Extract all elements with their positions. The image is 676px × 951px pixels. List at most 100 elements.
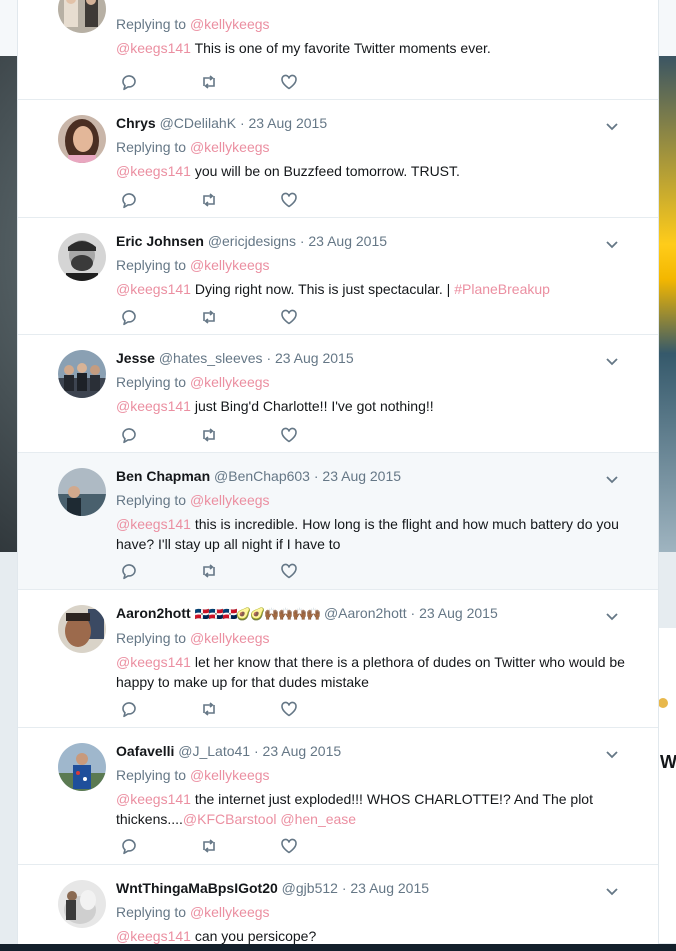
heart-icon[interactable] <box>280 837 298 855</box>
replying-handle-link[interactable]: @kellykeegs <box>190 139 270 155</box>
user-name[interactable]: Ben Chapman <box>116 468 210 484</box>
user-handle[interactable]: @hates_sleeves <box>159 350 263 366</box>
reply-icon[interactable] <box>120 837 138 855</box>
reply-item[interactable]: WntThingaMaBpsIGot20 @gjb512 · 23 Aug 20… <box>18 865 658 944</box>
avatar[interactable] <box>58 115 106 163</box>
mention-link[interactable]: @keegs141 <box>116 928 191 944</box>
heart-icon[interactable] <box>280 426 298 444</box>
replying-handle-link[interactable]: @kellykeegs <box>190 492 270 508</box>
chevron-down-icon[interactable] <box>606 746 618 759</box>
reply-body: Chrys @CDelilahK · 23 Aug 2015 Replying … <box>116 114 628 181</box>
reply-icon[interactable] <box>120 700 138 718</box>
reply-item[interactable]: Ben Chapman @BenChap603 · 23 Aug 2015 Re… <box>18 453 658 590</box>
chevron-down-icon[interactable] <box>606 236 618 249</box>
mention-link[interactable]: @keegs141 <box>116 398 191 414</box>
mention-link[interactable]: @keegs141 <box>116 516 191 532</box>
reply-item[interactable]: Jesse @hates_sleeves · 23 Aug 2015 Reply… <box>18 335 658 453</box>
heart-icon[interactable] <box>280 191 298 209</box>
heart-icon[interactable] <box>280 308 298 326</box>
reply-item[interactable]: Eric Johnsen @ericjdesigns · 23 Aug 2015… <box>18 218 658 335</box>
reply-item[interactable]: Chrys @CDelilahK · 23 Aug 2015 Replying … <box>18 100 658 218</box>
chevron-down-icon[interactable] <box>606 608 618 621</box>
chevron-down-icon[interactable] <box>606 883 618 896</box>
reply-body: Eric Johnsen @ericjdesigns · 23 Aug 2015… <box>116 232 628 299</box>
reply-header: Ben Chapman @BenChap603 · 23 Aug 2015 <box>116 467 628 485</box>
replying-to: Replying to @kellykeegs <box>116 902 628 922</box>
name-emoji: 🇩🇴🇩🇴🇩🇴🥑🥑🙌🏾🙌🏾🙌🏾🙌🏾 <box>194 607 321 621</box>
user-handle[interactable]: @gjb512 <box>282 880 338 896</box>
timestamp[interactable]: · 23 Aug 2015 <box>240 115 327 131</box>
retweet-icon[interactable] <box>200 308 218 326</box>
heart-icon[interactable] <box>280 700 298 718</box>
user-name[interactable]: Jesse <box>116 350 155 366</box>
tweet-actions <box>120 308 320 326</box>
replying-handle-link[interactable]: @kellykeegs <box>190 904 270 920</box>
reply-text-content: just Bing'd Charlotte!! I've got nothing… <box>194 398 434 414</box>
user-handle[interactable]: @Aaron2hott <box>324 605 407 621</box>
retweet-icon[interactable] <box>200 700 218 718</box>
avatar[interactable] <box>58 233 106 281</box>
timestamp[interactable]: · 23 Aug 2015 <box>266 350 353 366</box>
mention-link[interactable]: @keegs141 <box>116 40 191 56</box>
retweet-icon[interactable] <box>200 73 218 91</box>
user-name[interactable]: Oafavelli <box>116 743 174 759</box>
user-handle[interactable]: @CDelilahK <box>160 115 236 131</box>
reply-icon[interactable] <box>120 562 138 580</box>
chevron-down-icon[interactable] <box>606 118 618 131</box>
mention-link[interactable]: @keegs141 <box>116 281 191 297</box>
mention-link[interactable]: @keegs141 <box>116 163 191 179</box>
reply-text-content: This is one of my favorite Twitter momen… <box>194 40 491 56</box>
avatar[interactable] <box>58 743 106 791</box>
mention-link[interactable]: @keegs141 <box>116 791 191 807</box>
user-name[interactable]: Chrys <box>116 115 156 131</box>
reply-icon[interactable] <box>120 426 138 444</box>
reply-text: @keegs141 let her know that there is a p… <box>116 652 628 692</box>
chevron-down-icon[interactable] <box>606 353 618 366</box>
avatar[interactable] <box>58 468 106 516</box>
replying-handle-link[interactable]: @kellykeegs <box>190 374 270 390</box>
user-name[interactable]: Eric Johnsen <box>116 233 204 249</box>
avatar[interactable] <box>58 0 106 33</box>
retweet-icon[interactable] <box>200 426 218 444</box>
avatar[interactable] <box>58 350 106 398</box>
reply-icon[interactable] <box>120 73 138 91</box>
retweet-icon[interactable] <box>200 562 218 580</box>
user-handle[interactable]: @BenChap603 <box>214 468 310 484</box>
timestamp[interactable]: · 23 Aug 2015 <box>300 233 387 249</box>
replying-handle-link[interactable]: @kellykeegs <box>190 257 270 273</box>
retweet-icon[interactable] <box>200 191 218 209</box>
chevron-down-icon[interactable] <box>606 471 618 484</box>
hashtag-link[interactable]: #PlaneBreakup <box>454 281 550 297</box>
heart-icon[interactable] <box>280 73 298 91</box>
replying-handle-link[interactable]: @kellykeegs <box>190 767 270 783</box>
timestamp[interactable]: · 23 Aug 2015 <box>411 605 498 621</box>
replying-to: Replying to @kellykeegs <box>116 255 628 275</box>
replying-label: Replying to <box>116 492 187 508</box>
mention-link[interactable]: @keegs141 <box>116 654 191 670</box>
retweet-icon[interactable] <box>200 837 218 855</box>
reply-item[interactable]: Aaron2hott 🇩🇴🇩🇴🇩🇴🥑🥑🙌🏾🙌🏾🙌🏾🙌🏾 @Aaron2hott … <box>18 590 658 728</box>
reply-item[interactable]: Oafavelli @J_Lato41 · 23 Aug 2015 Replyi… <box>18 728 658 865</box>
avatar[interactable] <box>58 880 106 928</box>
replying-label: Replying to <box>116 374 187 390</box>
reply-icon[interactable] <box>120 191 138 209</box>
timestamp[interactable]: · 23 Aug 2015 <box>342 880 429 896</box>
reply-header: Chrys @CDelilahK · 23 Aug 2015 <box>116 114 628 132</box>
user-name[interactable]: Aaron2hott <box>116 605 191 621</box>
user-handle[interactable]: @J_Lato41 <box>178 743 250 759</box>
timestamp[interactable]: · 23 Aug 2015 <box>254 743 341 759</box>
heart-icon[interactable] <box>280 562 298 580</box>
avatar[interactable] <box>58 605 106 653</box>
user-name[interactable]: WntThingaMaBpsIGot20 <box>116 880 278 896</box>
reply-icon[interactable] <box>120 308 138 326</box>
reply-header: Aaron2hott 🇩🇴🇩🇴🇩🇴🥑🥑🙌🏾🙌🏾🙌🏾🙌🏾 @Aaron2hott … <box>116 604 628 623</box>
reply-body: Ben Chapman @BenChap603 · 23 Aug 2015 Re… <box>116 467 628 554</box>
replying-handle-link[interactable]: @kellykeegs <box>190 16 270 32</box>
reply-item[interactable]: Replying to @kellykeegs @keegs141 This i… <box>18 0 658 100</box>
user-handle[interactable]: @ericjdesigns <box>208 233 296 249</box>
replying-handle-link[interactable]: @kellykeegs <box>190 630 270 646</box>
timestamp[interactable]: · 23 Aug 2015 <box>314 468 401 484</box>
reply-header: WntThingaMaBpsIGot20 @gjb512 · 23 Aug 20… <box>116 879 628 897</box>
mention-links[interactable]: @KFCBarstool @hen_ease <box>183 811 356 827</box>
reply-body: WntThingaMaBpsIGot20 @gjb512 · 23 Aug 20… <box>116 879 628 944</box>
